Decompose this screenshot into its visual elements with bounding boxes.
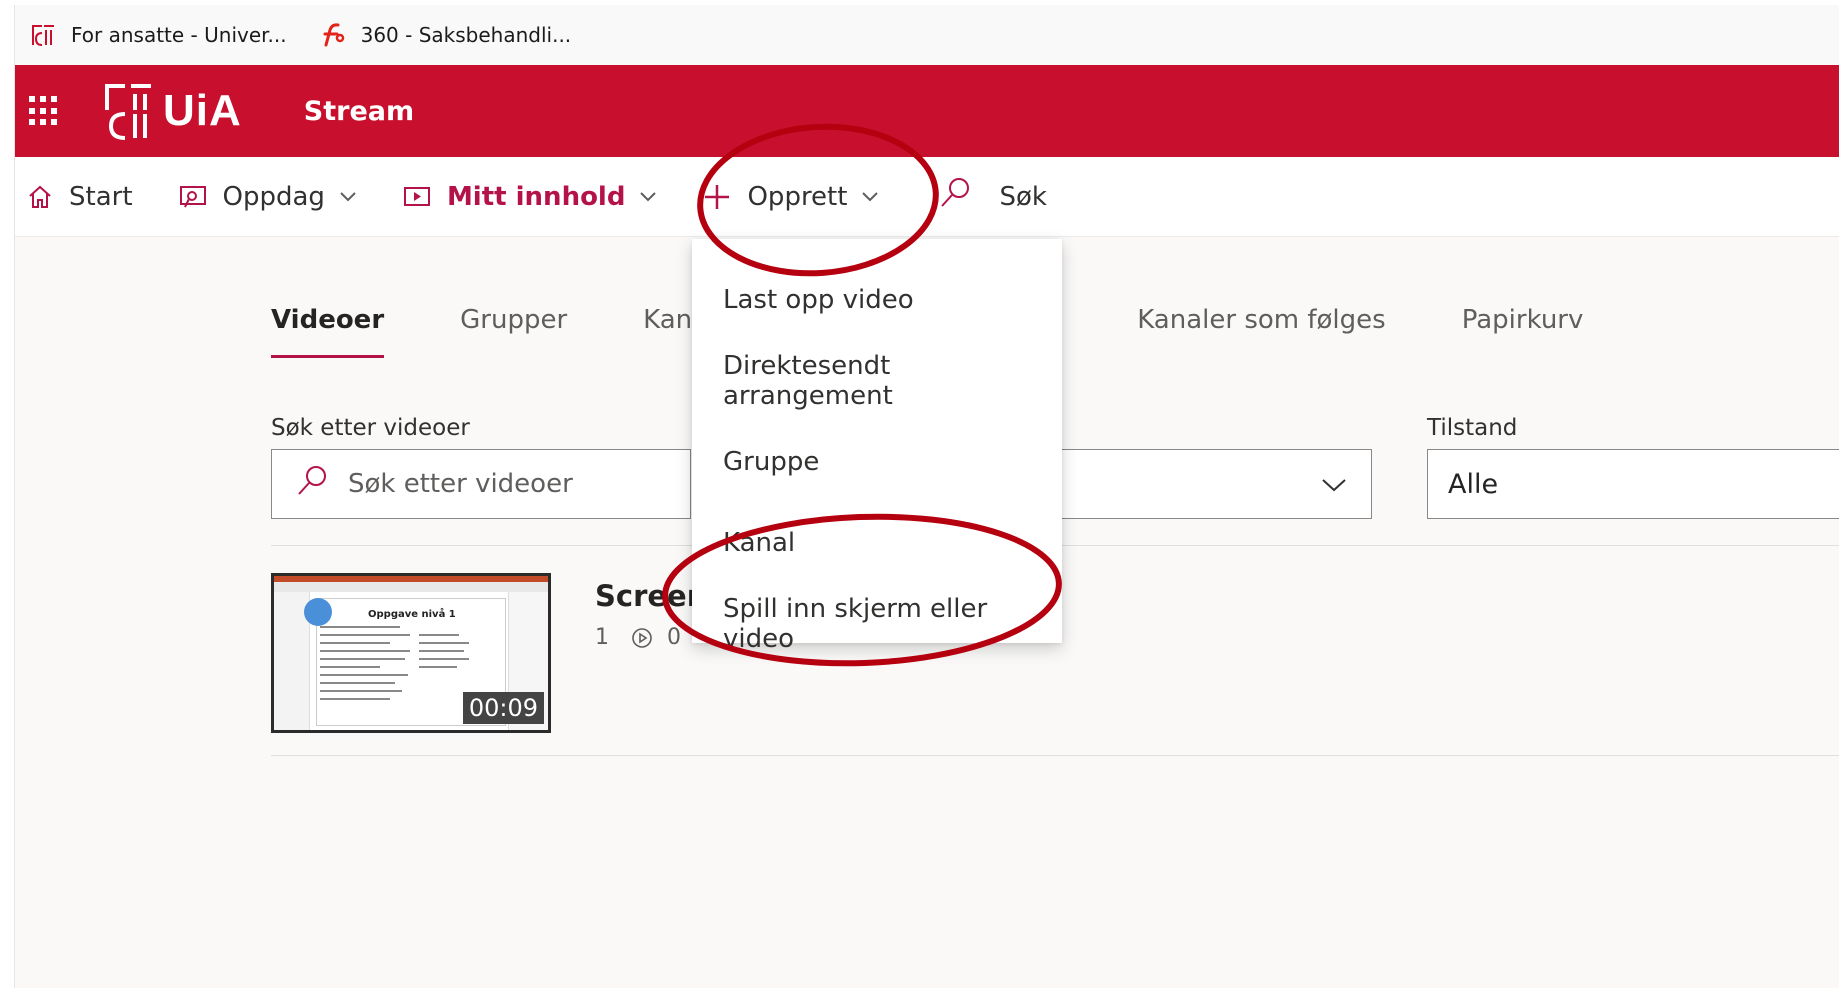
favorite-360-label: 360 - Saksbehandli... — [360, 23, 572, 47]
slide-avatar — [304, 598, 332, 626]
likes-count: 0 — [667, 625, 681, 650]
chevron-down-icon — [339, 191, 357, 203]
favorite-360[interactable]: 360 - Saksbehandli... — [319, 21, 572, 49]
nav-create-label: Opprett — [747, 181, 848, 212]
app-name[interactable]: Stream — [304, 96, 414, 127]
video-duration: 00:09 — [462, 692, 544, 724]
menu-item-upload-video[interactable]: Last opp video — [692, 259, 1062, 340]
video-thumbnail[interactable]: Oppgave nivå 1 00:09 — [271, 573, 551, 733]
tab-videos[interactable]: Videoer — [271, 305, 385, 358]
search-videos-input[interactable]: Søk etter videoer — [271, 449, 691, 519]
state-select[interactable]: Alle — [1427, 449, 1839, 519]
tab-followed-channels[interactable]: Kanaler som følges — [1137, 305, 1386, 335]
slide-title: Oppgave nivå 1 — [368, 609, 456, 620]
state-label: Tilstand — [1427, 415, 1518, 441]
nav-discover-label: Oppdag — [222, 181, 325, 212]
play-count-icon — [632, 627, 652, 648]
search-videos-label: Søk etter videoer — [271, 415, 470, 441]
stream-header: UiA Stream — [15, 65, 1839, 157]
menu-item-record-screen[interactable]: Spill inn skjerm eller video — [692, 583, 1062, 664]
search-videos-placeholder: Søk etter videoer — [348, 469, 573, 499]
menu-item-live-event[interactable]: Direktesendt arrangement — [692, 340, 1062, 421]
chevron-down-icon — [861, 191, 879, 203]
menu-item-group[interactable]: Gruppe — [692, 421, 1062, 502]
favorites-bar: For ansatte - Univer... 360 - Saksbehand… — [15, 5, 1839, 65]
nav-my-content[interactable]: Mitt innhold — [403, 182, 658, 212]
browser-frame: For ansatte - Univer... 360 - Saksbehand… — [14, 5, 1839, 988]
favorite-uia-label: For ansatte - Univer... — [71, 23, 287, 47]
views-count: 1 — [595, 625, 653, 650]
favorite-uia[interactable]: For ansatte - Univer... — [29, 21, 287, 49]
nav-start-label: Start — [69, 181, 133, 212]
tab-trash[interactable]: Papirkurv — [1462, 305, 1584, 335]
plus-icon — [703, 183, 731, 211]
home-icon — [27, 184, 53, 210]
divider — [271, 755, 1839, 756]
uia-brand[interactable]: UiA — [103, 82, 242, 140]
app-launcher-icon[interactable] — [29, 96, 59, 126]
menu-item-channel[interactable]: Kanal — [692, 502, 1062, 583]
nav-search-label: Søk — [999, 181, 1047, 212]
nav-my-content-label: Mitt innhold — [446, 181, 626, 212]
nav-search[interactable]: Søk — [939, 176, 1047, 217]
uia-logo-icon — [29, 21, 57, 49]
discover-icon — [179, 185, 207, 209]
search-icon — [296, 464, 330, 505]
uia-logo-icon — [105, 84, 151, 140]
chevron-down-icon — [1321, 469, 1347, 500]
top-nav: Start Oppdag Mitt innhold Opprett Søk — [15, 157, 1839, 237]
create-dropdown-menu: Last opp video Direktesendt arrangement … — [692, 239, 1062, 654]
360-logo-icon — [319, 21, 347, 49]
chevron-down-icon — [639, 191, 657, 203]
nav-create[interactable]: Opprett — [703, 182, 879, 212]
content-tabs-right: te Kanaler som følges Papirkurv — [1037, 305, 1659, 335]
video-icon — [403, 186, 431, 208]
brand-name: UiA — [163, 86, 242, 135]
video-title[interactable]: Screen — [595, 579, 707, 613]
sort-select[interactable]: o — [1035, 449, 1372, 519]
tab-groups[interactable]: Grupper — [460, 305, 567, 335]
nav-discover[interactable]: Oppdag — [179, 182, 357, 212]
nav-start[interactable]: Start — [27, 182, 133, 212]
state-select-value: Alle — [1448, 468, 1499, 500]
search-icon — [939, 176, 973, 217]
